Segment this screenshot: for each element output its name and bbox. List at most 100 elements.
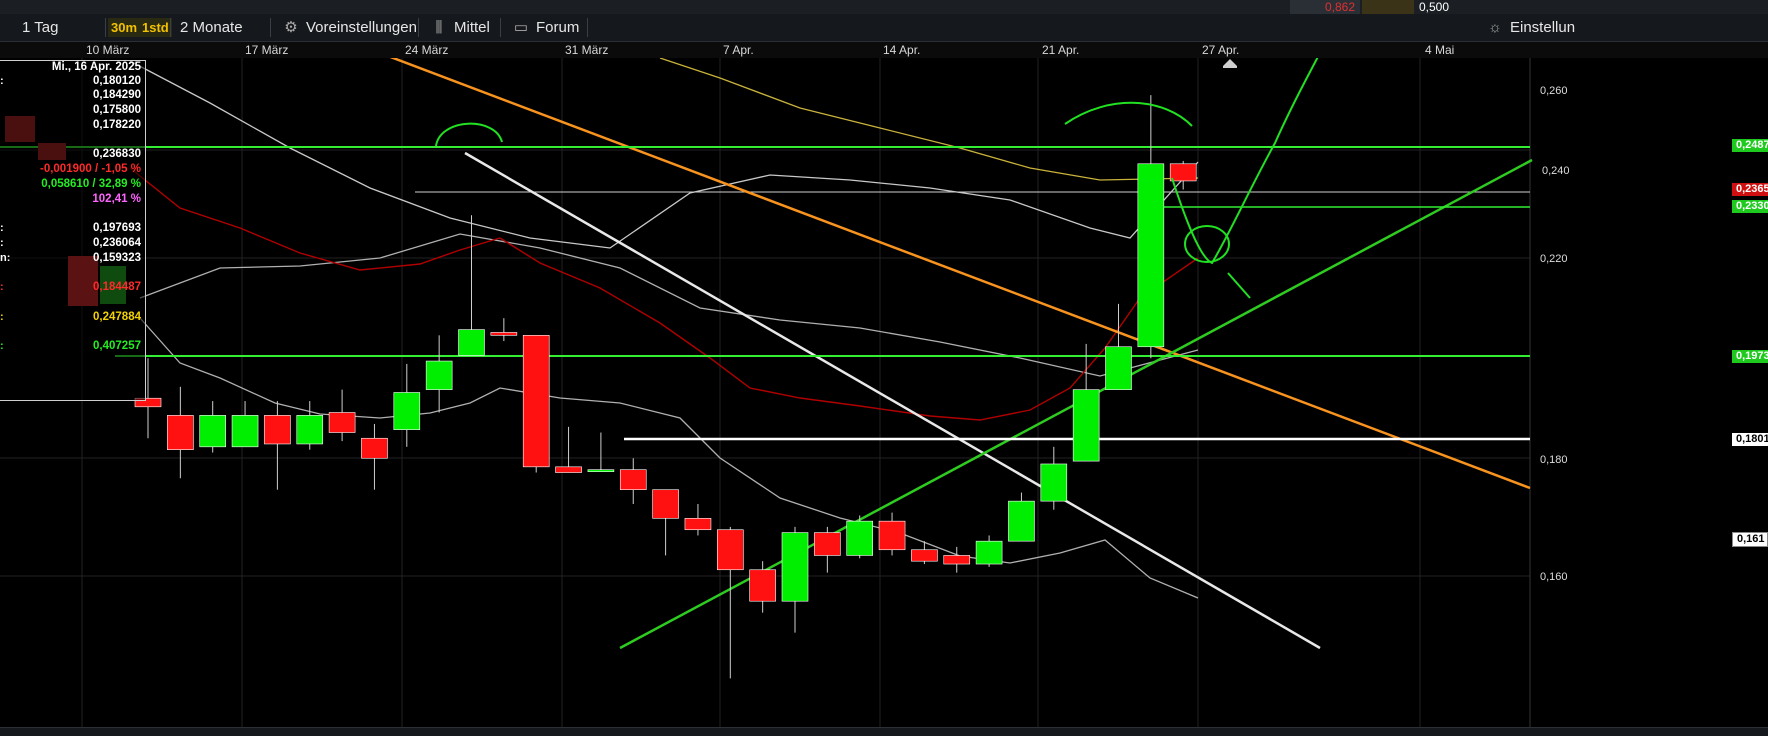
date-axis: 10 März 17 März 24 März 31 März 7 Apr. 1… [0, 42, 1768, 58]
freehand-forecast-curve [1171, 58, 1319, 265]
candle-up[interactable] [587, 469, 615, 472]
info-value-1: 0,197693 [93, 222, 141, 234]
candle-down[interactable] [911, 549, 938, 562]
info-caption: : [0, 340, 4, 352]
price-tick: 0,220 [1540, 253, 1568, 265]
candle-down[interactable] [619, 469, 647, 491]
candle-up[interactable] [1105, 346, 1132, 390]
candle-up[interactable] [393, 392, 421, 430]
bollinger-middle-line [139, 233, 1199, 377]
ohlc-info-panel: Mi., 16 Apr. 2025 : 0,180120 0,184290 0,… [0, 60, 146, 401]
toolbar-divider [170, 18, 171, 37]
forum-button[interactable]: ▭ Forum [512, 14, 579, 41]
toolbar-divider [500, 18, 501, 37]
info-low: 0,175800 [93, 104, 141, 116]
status-value-red: 0,862 [1325, 0, 1356, 14]
candle-down[interactable] [716, 529, 744, 571]
candle-up[interactable] [199, 415, 226, 448]
presets-button[interactable]: ⚙ Voreinstellungen [282, 14, 417, 41]
info-period-change: 0,058610 / 32,89 % [41, 178, 141, 190]
range-2months-button[interactable]: 2 Monate [180, 14, 243, 41]
info-high: 0,184290 [93, 89, 141, 101]
price-tick: 0,180 [1540, 454, 1568, 466]
sma-yellow-line [659, 58, 1199, 181]
candle-up[interactable] [296, 415, 324, 445]
candle-up[interactable] [781, 532, 809, 602]
gear-icon: ☼ [1488, 19, 1502, 36]
price-tick: 0,260 [1540, 85, 1568, 97]
candle-down[interactable] [943, 555, 971, 565]
info-value-5: 0,247884 [93, 311, 141, 323]
candle-down[interactable] [264, 415, 291, 445]
price-tick: 0,240 [1542, 165, 1570, 177]
settings-label: Einstellun [1510, 19, 1576, 36]
average-label: Mittel [454, 19, 490, 36]
settings-button[interactable]: ☼ Einstellun [1486, 14, 1575, 41]
info-open: 0,180120 [93, 75, 141, 87]
toolbar-divider [418, 18, 419, 37]
candle-up[interactable] [1137, 163, 1165, 348]
price-flag-current: 0,2365 [1732, 183, 1768, 196]
toolbar-divider [587, 18, 588, 37]
forum-label: Forum [536, 19, 580, 36]
info-value-6: 0,407257 [93, 340, 141, 352]
price-tick: 0,160 [1540, 571, 1568, 583]
candle-down[interactable] [878, 520, 906, 551]
info-percent: 102,41 % [92, 193, 141, 205]
candle-down[interactable] [652, 489, 679, 519]
candle-down[interactable] [555, 466, 582, 473]
price-flag-green-mid: 0,2330 [1732, 200, 1768, 213]
date-tick: 17 März [245, 43, 289, 57]
interval-30m-button[interactable]: 30m [108, 18, 141, 37]
chat-bubble-icon: ▭ [513, 19, 529, 36]
candle-down[interactable] [814, 532, 841, 556]
info-value-3: 0,159323 [93, 252, 141, 264]
date-tick: 7 Apr. [723, 43, 754, 57]
date-tick: 27 Apr. [1202, 43, 1240, 57]
info-caption: n: [0, 252, 11, 264]
sliders-icon: ⚙ [284, 19, 298, 36]
toolbar-divider [270, 18, 271, 37]
grid [0, 58, 1530, 727]
timeframe-1day-button[interactable]: 1 Tag [22, 14, 58, 41]
info-caption: : [0, 75, 4, 87]
candle-up[interactable] [846, 520, 874, 556]
info-value-4: 0,184487 [93, 281, 141, 293]
candle-up[interactable] [1072, 389, 1100, 462]
candle-down[interactable] [361, 437, 388, 459]
average-button[interactable]: ⫼ Mittel [430, 14, 490, 41]
interval-1std-button[interactable]: 1std [139, 18, 172, 37]
price-chart[interactable]: 0,260 0,240 0,220 0,180 0,160 [0, 58, 1768, 727]
candle-down[interactable] [490, 332, 518, 336]
candle-down[interactable] [522, 335, 550, 468]
candle-down[interactable] [328, 412, 356, 433]
orange-trendline [389, 58, 1531, 490]
price-flag-green-top: 0,2487 [1732, 139, 1768, 152]
candle-up[interactable] [231, 415, 259, 448]
mini-candle [5, 116, 35, 142]
candle-down[interactable] [749, 569, 776, 602]
chart-toolbar: 1 Tag 30m 1std 2 Monate ⚙ Voreinstellunge… [0, 14, 1768, 42]
candle-up[interactable] [975, 540, 1003, 565]
candle-up[interactable] [1040, 463, 1068, 502]
price-flag-white-box: 0,161 [1732, 532, 1768, 547]
info-change: -0,001900 / -1,05 % [39, 163, 141, 175]
candlestick-series [134, 95, 1197, 679]
toolbar-divider [105, 18, 106, 37]
candle-up[interactable] [1008, 500, 1035, 542]
candle-up[interactable] [458, 329, 485, 356]
info-caption: : [0, 237, 4, 249]
freehand-arc-right [1064, 101, 1193, 127]
freehand-tick [1227, 272, 1251, 299]
candle-up[interactable] [425, 360, 453, 390]
freehand-arc-left [435, 122, 503, 147]
info-value-2: 0,236064 [93, 237, 141, 249]
info-close: 0,178220 [93, 119, 141, 131]
candle-down[interactable] [1169, 163, 1197, 182]
candle-down[interactable] [167, 415, 194, 450]
info-caption: : [0, 311, 4, 323]
candle-down[interactable] [684, 517, 712, 531]
info-caption: : [0, 222, 4, 234]
date-tick: 10 März [86, 43, 130, 57]
date-tick: 4 Mai [1425, 43, 1455, 57]
